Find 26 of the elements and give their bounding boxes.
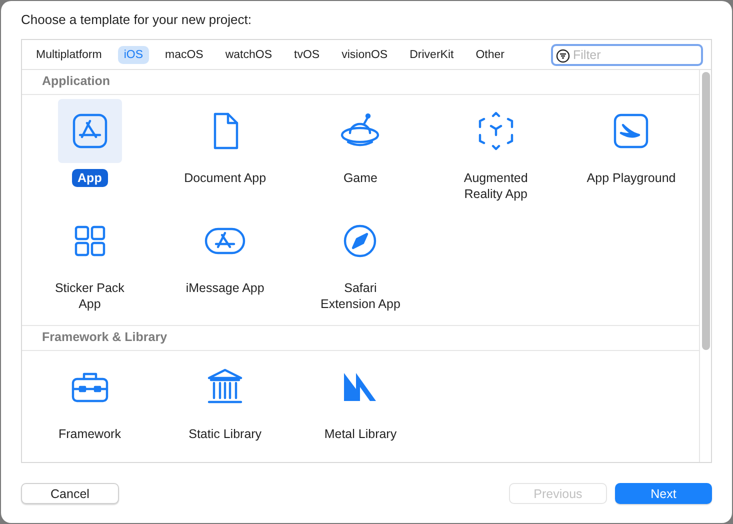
template-label: Metal Library bbox=[323, 426, 398, 443]
platform-tab[interactable]: tvOS bbox=[288, 46, 326, 64]
section-header: Application bbox=[22, 70, 699, 95]
next-button[interactable]: Next bbox=[615, 483, 712, 504]
template-label: Game bbox=[342, 170, 378, 187]
template-label: iMessage App bbox=[184, 280, 266, 297]
platform-tab[interactable]: Other bbox=[470, 46, 510, 64]
platform-tab[interactable]: macOS bbox=[159, 46, 210, 64]
template-label: Framework bbox=[57, 426, 122, 443]
platform-tab[interactable]: DriverKit bbox=[404, 46, 460, 64]
template-label: App bbox=[72, 169, 108, 187]
platform-tab[interactable]: watchOS bbox=[219, 46, 278, 64]
template-label: Safari Extension App bbox=[320, 280, 402, 313]
filter-field[interactable]: Filter bbox=[551, 44, 703, 66]
template-label: Static Library bbox=[188, 426, 263, 443]
template-label: Augmented Reality App bbox=[462, 170, 529, 203]
template-label: Sticker Pack App bbox=[54, 280, 126, 313]
template-tile[interactable] bbox=[58, 99, 122, 163]
template-label: Document App bbox=[183, 170, 268, 187]
scrollbar-thumb[interactable] bbox=[702, 72, 710, 350]
platform-tab[interactable]: visionOS bbox=[336, 46, 394, 64]
dialog-button[interactable]: Cancel bbox=[21, 483, 119, 504]
platform-tab[interactable]: Multiplatform bbox=[30, 46, 108, 64]
template-label: App Playground bbox=[586, 170, 677, 187]
dialog-heading: Choose a template for your new project: bbox=[21, 12, 253, 28]
section-header: Framework & Library bbox=[22, 325, 699, 351]
